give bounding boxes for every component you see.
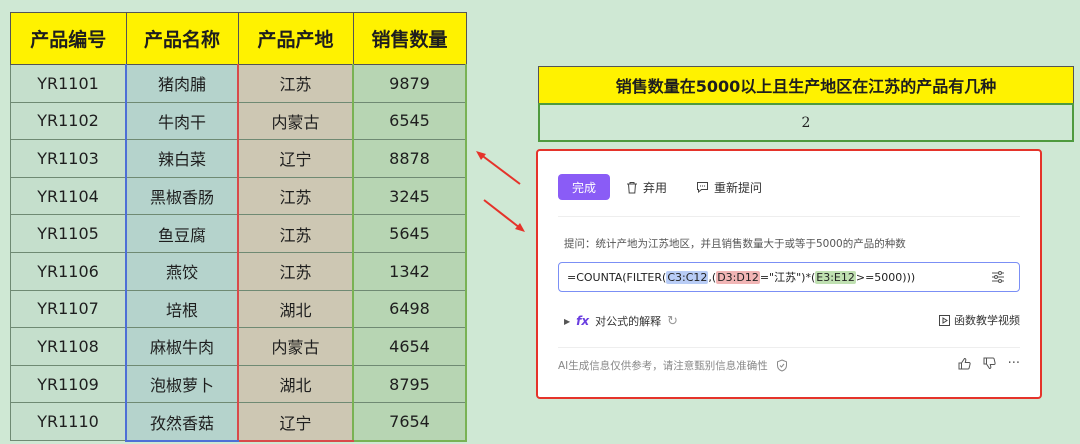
cell-product-name[interactable]: 牛肉干 [125, 101, 239, 141]
cell-product-origin[interactable]: 湖北 [237, 289, 354, 329]
cell-product-origin[interactable]: 内蒙古 [237, 101, 354, 141]
sales-table: 产品编号 产品名称 产品产地 销售数量 YR1101 猪肉脯 江苏 9879 YR110… [10, 12, 467, 442]
table-row: YR1107 培根 湖北 6498 [10, 289, 467, 329]
table-row: YR1103 辣白菜 辽宁 8878 [10, 139, 467, 178]
header-product-id[interactable]: 产品编号 [10, 12, 127, 65]
table-row: YR1101 猪肉脯 江苏 9879 [10, 64, 467, 103]
formula-range-c: C3:C12 [666, 270, 709, 284]
cell-product-origin[interactable]: 江苏 [237, 64, 354, 103]
annotation-arrows [476, 151, 525, 232]
thumbs-up-icon[interactable] [958, 357, 971, 370]
cell-sales-qty[interactable]: 6498 [352, 289, 467, 329]
header-product-name[interactable]: 产品名称 [125, 12, 239, 65]
explain-label: 对公式的解释 [595, 315, 662, 328]
cell-sales-qty[interactable]: 5645 [352, 214, 467, 253]
cell-product-name[interactable]: 黑椒香肠 [125, 176, 239, 216]
answer-cell[interactable]: 2 [538, 103, 1074, 142]
thumbs-down-icon[interactable] [983, 357, 996, 370]
table-row: YR1102 牛肉干 内蒙古 6545 [10, 101, 467, 141]
cell-product-origin[interactable]: 江苏 [237, 251, 354, 291]
table-row: YR1105 鱼豆腐 江苏 5645 [10, 214, 467, 253]
formula-part: ,( [708, 270, 717, 284]
table-row: YR1109 泡椒萝卜 湖北 8795 [10, 364, 467, 404]
formula-part: >=5000))) [855, 270, 916, 284]
reask-label: 重新提问 [714, 180, 763, 195]
cell-product-name[interactable]: 燕饺 [125, 251, 239, 291]
video-label: 函数教学视频 [954, 314, 1020, 327]
ai-formula-panel: 完成 弃用 重新提问 提问：统计产地为江苏地区，并且销售数量大于或等于5000的… [536, 149, 1042, 399]
table-row: YR1106 燕饺 江苏 1342 [10, 251, 467, 291]
formula-range-e: E3:E12 [815, 270, 856, 284]
question-cell[interactable]: 销售数量在5000以上且生产地区在江苏的产品有几种 [538, 66, 1074, 104]
cell-product-id[interactable]: YR1101 [10, 64, 127, 103]
cell-product-origin[interactable]: 江苏 [237, 176, 354, 216]
cell-product-id[interactable]: YR1104 [10, 176, 127, 216]
cell-product-name[interactable]: 辣白菜 [125, 139, 239, 178]
done-button[interactable]: 完成 [558, 174, 610, 200]
header-product-origin[interactable]: 产品产地 [237, 12, 354, 65]
cell-product-id[interactable]: YR1110 [10, 402, 127, 442]
header-sales-qty[interactable]: 销售数量 [352, 12, 467, 65]
feedback-bar: ··· [958, 356, 1020, 371]
cell-sales-qty[interactable]: 9879 [352, 64, 467, 103]
cell-product-origin[interactable]: 内蒙古 [237, 327, 354, 366]
more-options-icon[interactable]: ··· [1008, 356, 1020, 371]
cell-product-id[interactable]: YR1106 [10, 251, 127, 291]
cell-product-name[interactable]: 猪肉脯 [125, 64, 239, 103]
expand-arrow-icon: ▶ [564, 316, 571, 326]
cell-product-id[interactable]: YR1109 [10, 364, 127, 404]
cell-product-id[interactable]: YR1107 [10, 289, 127, 329]
tutorial-video-link[interactable]: 函数教学视频 [939, 312, 1020, 328]
cell-product-id[interactable]: YR1108 [10, 327, 127, 366]
cell-product-name[interactable]: 泡椒萝卜 [125, 364, 239, 404]
cell-sales-qty[interactable]: 4654 [352, 327, 467, 366]
arrow-down-right [483, 199, 521, 229]
trash-icon [627, 181, 637, 193]
formula-part: =COUNTA(FILTER( [567, 270, 667, 284]
disclaimer-text: AI生成信息仅供参考，请注意甄别信息准确性 [558, 360, 768, 372]
cell-product-origin[interactable]: 辽宁 [237, 402, 354, 442]
cell-sales-qty[interactable]: 3245 [352, 176, 467, 216]
cell-product-name[interactable]: 培根 [125, 289, 239, 329]
refresh-icon[interactable]: ↻ [667, 314, 678, 329]
cell-product-name[interactable]: 麻椒牛肉 [125, 327, 239, 366]
cell-product-name[interactable]: 鱼豆腐 [125, 214, 239, 253]
cell-sales-qty[interactable]: 1342 [352, 251, 467, 291]
discard-label: 弃用 [643, 180, 668, 195]
play-icon [939, 314, 950, 326]
table-row: YR1108 麻椒牛肉 内蒙古 4654 [10, 327, 467, 366]
cell-sales-qty[interactable]: 6545 [352, 101, 467, 141]
prompt-text: 提问：统计产地为江苏地区，并且销售数量大于或等于5000的产品的种数 [564, 238, 906, 250]
reask-button[interactable]: 重新提问 [696, 174, 762, 200]
arrow-up-left [479, 153, 521, 185]
shield-check-icon [776, 359, 787, 372]
chat-icon [697, 182, 708, 193]
settings-sliders-icon[interactable] [991, 270, 1005, 284]
cell-sales-qty[interactable]: 8878 [352, 139, 467, 178]
cell-product-id[interactable]: YR1103 [10, 139, 127, 178]
fx-icon: fx [576, 314, 590, 328]
formula-range-d: D3:D12 [716, 270, 760, 284]
divider [558, 347, 1020, 348]
cell-sales-qty[interactable]: 7654 [352, 402, 467, 442]
cell-product-origin[interactable]: 辽宁 [237, 139, 354, 178]
cell-sales-qty[interactable]: 8795 [352, 364, 467, 404]
table-row: YR1104 黑椒香肠 江苏 3245 [10, 176, 467, 216]
cell-product-id[interactable]: YR1102 [10, 101, 127, 141]
ai-disclaimer: AI生成信息仅供参考，请注意甄别信息准确性 [558, 358, 788, 373]
formula-field[interactable]: =COUNTA(FILTER(C3:C12 ,(D3:D12 ="江苏")*(E3:… [558, 262, 1020, 292]
formula-part: ="江苏")*( [759, 271, 816, 284]
cell-product-id[interactable]: YR1105 [10, 214, 127, 253]
cell-product-origin[interactable]: 江苏 [237, 214, 354, 253]
discard-button[interactable]: 弃用 [626, 174, 667, 200]
formula-explanation-toggle[interactable]: ▶ fx 对公式的解释 ↻ [564, 313, 678, 329]
cell-product-origin[interactable]: 湖北 [237, 364, 354, 404]
table-row: YR1110 孜然香菇 辽宁 7654 [10, 402, 467, 442]
table-header-row: 产品编号 产品名称 产品产地 销售数量 [10, 12, 467, 65]
cell-product-name[interactable]: 孜然香菇 [125, 402, 239, 442]
divider [558, 216, 1020, 217]
